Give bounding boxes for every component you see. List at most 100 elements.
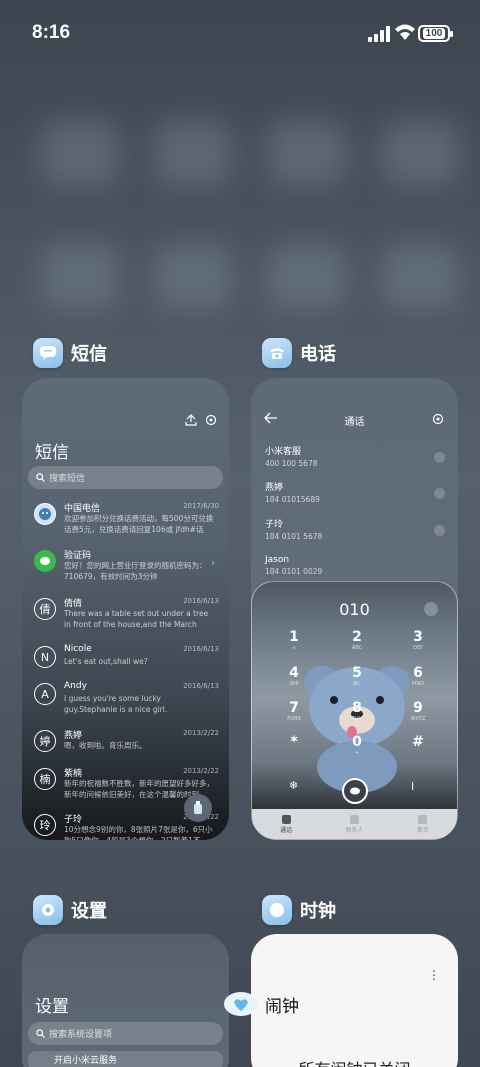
phone-icon [262, 338, 292, 368]
dial-letters: PQRS [287, 716, 301, 722]
hide-keypad-icon[interactable]: I [411, 780, 414, 793]
settings-item-cloud[interactable]: 开启小米云服务 [28, 1051, 223, 1067]
avatar: 楠 [34, 768, 56, 790]
message-preview: 您好！您的网上营业厅登录的随机密码为：710679，有效时间为3分钟 [64, 561, 207, 581]
settings-title: 设置 [35, 997, 69, 1017]
clock-app-label[interactable]: 时钟 [262, 895, 336, 925]
search-icon [36, 473, 45, 482]
contact-name: 子玲 [265, 520, 284, 530]
dial-key[interactable]: 1 ∞ [282, 629, 306, 651]
cloud-icon [224, 992, 258, 1016]
dial-key[interactable]: 4 GHI [282, 665, 306, 687]
dial-digit: * [290, 734, 298, 750]
phone-app-label[interactable]: 电话 [262, 338, 336, 368]
compose-button[interactable] [184, 794, 212, 822]
dial-key[interactable]: 3 DEF [406, 629, 430, 651]
message-preview: 欢迎参加积分兑换话费活动，每500分可兑换话费5元，兑换话费请回复106或 jf… [64, 514, 214, 534]
list-item[interactable]: 验证码 您好！您的网上营业厅登录的随机密码为：710679，有效时间为3分钟 › [34, 548, 219, 592]
dial-letters: TUV [351, 716, 363, 722]
alarm-empty-text: 所有闹钟已关闭 [251, 1056, 458, 1067]
avatar: A [34, 683, 56, 705]
dial-letters: ABC [351, 645, 363, 651]
sms-app-label[interactable]: 短信 [33, 338, 107, 368]
list-item[interactable]: A Andy 2016/6/13 I guess you're some luc… [34, 681, 219, 725]
contact-name: Jason [265, 555, 290, 565]
contact-row[interactable]: 燕婷 184 01015689 [265, 480, 445, 510]
phone-app-card[interactable]: 通话 小米客服 400 100 5678 燕婷 184 01015689 子玲 … [251, 378, 458, 840]
settings-search-placeholder: 搜索系统设置项 [49, 1030, 113, 1040]
contact-row[interactable]: 子玲 184 0101 5678 [265, 517, 445, 547]
contact-row[interactable]: 小米客服 400 100 5678 [265, 444, 445, 474]
message-preview: Let's eat out,shall we? [64, 657, 148, 666]
dial-digit: 6 [413, 665, 423, 681]
sms-app-card[interactable]: 短信 搜索短信 中国电信 2017/6/30 欢迎参加积分兑换话费活动，每500… [22, 378, 229, 840]
avatar: N [34, 646, 56, 668]
contact-number: 184 01015689 [265, 495, 320, 504]
share-icon[interactable] [185, 414, 197, 426]
phone-label-text: 电话 [300, 344, 336, 365]
compose-icon [194, 801, 202, 814]
sms-title: 短信 [35, 443, 69, 463]
dial-key[interactable]: 6 MNO [406, 665, 430, 687]
message-preview: There was a table set out under a tree i… [64, 609, 209, 629]
tab-calls-label: 通话 [280, 826, 293, 834]
dial-key[interactable]: 2 ABC [345, 629, 369, 651]
list-item[interactable]: 倩 倩倩 2016/6/13 There was a table set out… [34, 596, 219, 640]
settings-search-input[interactable]: 搜索系统设置项 [28, 1022, 223, 1045]
dial-letters: DEF [413, 645, 423, 651]
snowflake-icon[interactable]: ❄ [289, 779, 298, 792]
home-screen-blur [40, 120, 460, 340]
dial-key[interactable]: 7 PQRS [282, 700, 306, 722]
tab-yellowpages[interactable]: 黄页 [403, 814, 443, 834]
wifi-icon [395, 24, 415, 40]
sms-search-input[interactable]: 搜索短信 [28, 466, 223, 489]
dial-key[interactable]: 0 + [345, 734, 369, 756]
detail-icon[interactable] [434, 488, 445, 499]
dial-digit: # [412, 734, 424, 750]
status-bar: 8:16 100 [0, 0, 480, 66]
phone-tab-bar: 通话 联系人 黄页 [252, 809, 457, 839]
dial-key[interactable]: 8 TUV [345, 700, 369, 722]
dial-key[interactable]: 5 JKL [345, 665, 369, 687]
message-preview: 嗯，收到啦。育乐周乐。 [64, 741, 147, 750]
tab-yellowpages-label: 黄页 [416, 826, 429, 834]
contact-add-icon[interactable] [424, 602, 438, 616]
settings-app-label[interactable]: 设置 [33, 895, 107, 925]
clock-app-card[interactable]: ⋮ 闹钟 所有闹钟已关闭 [251, 934, 458, 1067]
call-button[interactable] [342, 778, 368, 804]
battery-icon: 100 [418, 25, 453, 42]
search-icon [36, 1029, 45, 1038]
dial-key[interactable]: # [406, 734, 430, 750]
avatar: 婷 [34, 730, 56, 752]
detail-icon[interactable] [434, 525, 445, 536]
sms-search-placeholder: 搜索短信 [49, 474, 86, 484]
detail-icon[interactable] [434, 452, 445, 463]
more-icon[interactable]: ⋮ [428, 968, 440, 982]
tab-contacts[interactable]: 联系人 [334, 814, 374, 834]
settings-icon[interactable] [432, 413, 444, 425]
dial-digit: 0 [352, 734, 362, 750]
clock-icon [262, 895, 292, 925]
dial-letters: GHI [289, 681, 299, 687]
settings-icon[interactable] [205, 414, 217, 426]
dialpad[interactable]: 010 1 ∞ 2 ABC 3 DEF 4 GHI 5 JKL 6 MNO 7 PQRS 8 TUV 9 WXYZ… [251, 581, 458, 840]
dial-digit: 7 [289, 700, 299, 716]
dial-key[interactable]: 9 WXYZ [406, 700, 430, 722]
sms-label-text: 短信 [71, 344, 107, 365]
dial-key[interactable]: * [282, 734, 306, 750]
message-date: 2013/2/22 [183, 767, 219, 775]
message-date: 2016/6/13 [183, 682, 219, 690]
settings-app-card[interactable]: 设置 搜索系统设置项 开启小米云服务 [22, 934, 229, 1067]
tab-calls[interactable]: 通话 [266, 814, 306, 834]
dial-digit: 1 [289, 629, 299, 645]
message-preview: I guess you're some lucky guy.Stephanie … [64, 694, 168, 714]
cloud-icon [350, 787, 360, 795]
message-sender: Andy [64, 681, 87, 691]
list-item[interactable]: 中国电信 2017/6/30 欢迎参加积分兑换话费活动，每500分可兑换话费5元… [34, 501, 219, 545]
contact-name: 小米客服 [265, 447, 302, 457]
wechat-icon [34, 550, 56, 572]
dial-digit: 4 [289, 665, 299, 681]
battery-level: 100 [422, 28, 446, 39]
dial-letters: + [354, 750, 360, 756]
message-icon [33, 338, 63, 368]
